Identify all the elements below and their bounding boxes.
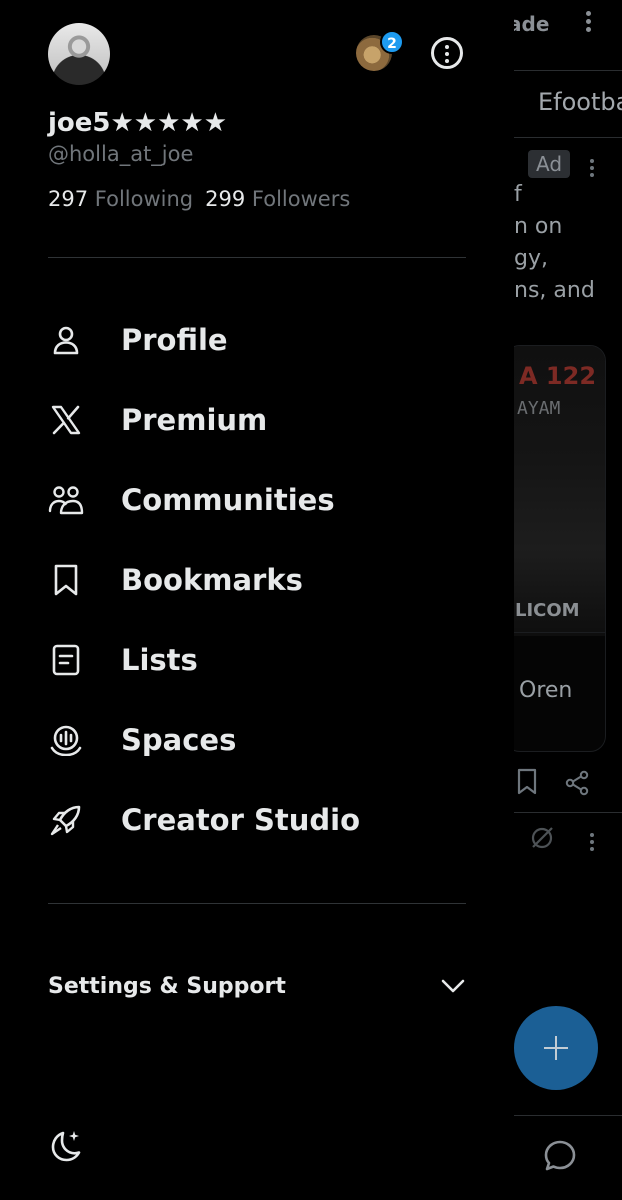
following-link[interactable]: 297 Following [48,187,193,211]
followers-count: 299 [205,187,246,211]
share-icon[interactable] [564,770,590,796]
nav-label-creator-studio: Creator Studio [121,803,361,837]
divider [48,903,466,904]
chevron-down-icon [441,979,465,993]
ad-card-subtext: AYAM [517,398,561,419]
nav-item-lists[interactable]: Lists [48,632,466,688]
nav-item-premium[interactable]: Premium [48,392,466,448]
bookmark-icon[interactable] [516,768,538,796]
background-divider [514,70,622,71]
compose-button[interactable] [514,1006,598,1090]
disabled-icon[interactable] [528,824,556,852]
nav-label-communities: Communities [121,483,335,517]
nav-label-spaces: Spaces [121,723,237,757]
nav-label-bookmarks: Bookmarks [121,563,303,597]
spaces-icon [48,722,84,758]
ad-card-footer-text: Oren [519,678,573,703]
nav-item-communities[interactable]: Communities [48,472,466,528]
user-handle: @holla_at_joe [48,142,194,166]
background-tab-label[interactable]: Efootba [538,88,622,116]
nav-item-spaces[interactable]: Spaces [48,712,466,768]
bottom-nav-divider [514,1115,622,1116]
communities-icon [48,482,84,518]
nav-label-profile: Profile [121,323,228,357]
ad-card-headline: A 122 [519,362,597,390]
rocket-icon [48,802,84,838]
notification-badge: 2 [380,30,404,54]
moon-stars-icon [51,1131,81,1162]
display-name[interactable]: joe5★★★★★ [48,108,227,138]
ad-card-divider [505,632,605,633]
navigation-drawer: 2 joe5★★★★★ @holla_at_joe 297 Following 2… [0,0,514,1200]
follow-stats: 297 Following 299 Followers [48,187,350,211]
nav-label-premium: Premium [121,403,268,437]
background-feed: ade Efootba Ad f n on gy, ns, and A 122 … [504,0,622,1200]
list-icon [48,642,84,678]
ad-text-line: ns, and [514,278,595,303]
background-mode-text: ade [508,12,550,36]
settings-support-toggle[interactable]: Settings & Support [48,966,466,1006]
app-screen: ade Efootba Ad f n on gy, ns, and A 122 … [0,0,622,1200]
background-divider [514,812,622,813]
bookmark-icon [48,562,84,598]
x-logo-icon [48,402,84,438]
divider [48,257,466,258]
avatar[interactable] [48,23,110,85]
more-vertical-icon[interactable] [580,8,596,40]
nav-item-profile[interactable]: Profile [48,312,466,368]
ad-text-line: gy, [514,246,548,271]
nav-label-lists: Lists [121,643,198,677]
following-label: Following [94,187,194,211]
following-count: 297 [48,187,89,211]
nav-item-creator-studio[interactable]: Creator Studio [48,792,466,848]
display-mode-button[interactable] [48,1128,84,1164]
ad-text-line: n on [514,214,563,239]
ad-text-line: f [514,182,522,207]
followers-link[interactable]: 299 Followers [205,187,350,211]
post-more-icon[interactable] [588,830,596,854]
ad-card[interactable]: A 122 AYAM LICOM Oren [504,345,606,752]
messages-icon[interactable] [542,1138,578,1174]
post-more-icon[interactable] [588,156,596,180]
background-divider [514,137,622,138]
ad-card-logo-text: LICOM [515,600,580,621]
settings-support-label: Settings & Support [48,973,286,999]
nav-item-bookmarks[interactable]: Bookmarks [48,552,466,608]
followers-label: Followers [251,187,351,211]
ad-badge: Ad [528,150,571,178]
person-icon [48,322,84,358]
more-options-button[interactable] [431,37,463,69]
